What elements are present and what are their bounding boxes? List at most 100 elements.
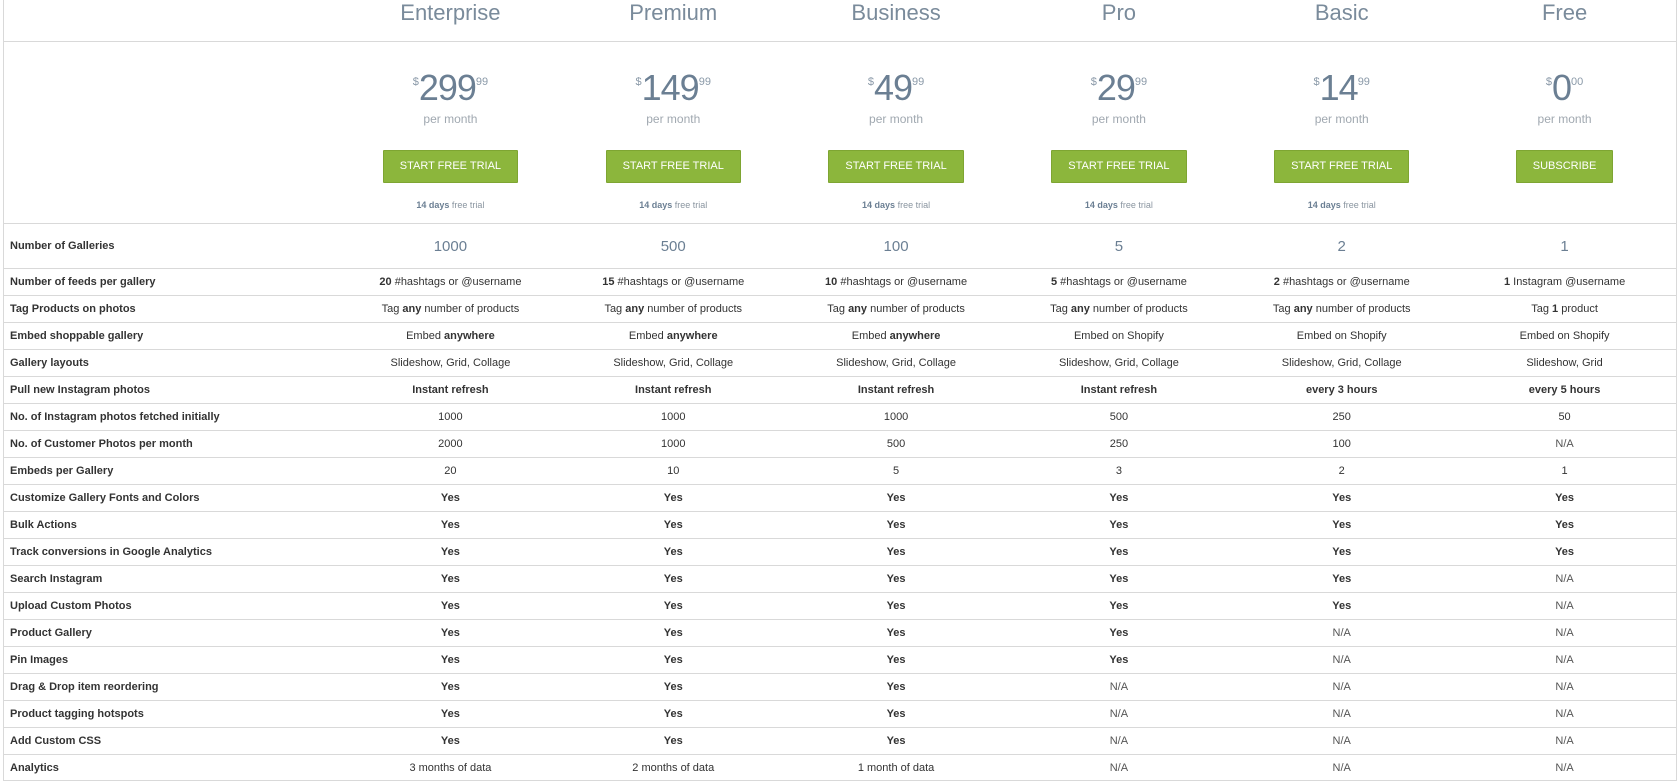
- feature-value-cell: Yes: [1007, 511, 1231, 539]
- feature-value-cell: N/A: [1007, 727, 1231, 755]
- feature-value-cell: Yes: [1453, 538, 1676, 566]
- start-free-trial-button-premium[interactable]: START FREE TRIAL: [605, 150, 741, 183]
- feature-value-cell: Yes: [784, 511, 1008, 539]
- value-text: #hashtags or @username: [391, 276, 522, 288]
- galleries-value: 500: [660, 237, 686, 255]
- feature-value-cell: 1000: [561, 430, 785, 458]
- feature-value-cell: N/A: [1230, 619, 1454, 647]
- feature-value-cell: N/A: [1230, 700, 1454, 728]
- billing-period: per month: [869, 112, 924, 126]
- plan-name-row: Enterprise Premium Business Pro Basic Free: [4, 0, 1676, 42]
- price-cents: 99: [1134, 76, 1148, 88]
- feature-value-cell: Yes: [1007, 538, 1231, 566]
- value-emphasis: any: [1070, 303, 1090, 315]
- value-text: number of products: [867, 303, 965, 315]
- feature-value-cell: N/A: [1453, 646, 1676, 674]
- feature-value-cell: Yes: [784, 565, 1008, 593]
- value-emphasis: Yes: [440, 600, 460, 612]
- value-prefix: Embed: [406, 330, 444, 342]
- feature-value-cell: Slideshow, Grid, Collage: [339, 349, 562, 377]
- feature-row: Number of feeds per gallery 20 #hashtags …: [4, 268, 1676, 296]
- value-text: N/A: [1555, 762, 1574, 774]
- start-free-trial-button-pro[interactable]: START FREE TRIAL: [1051, 150, 1187, 183]
- feature-value-cell: Yes: [561, 538, 785, 566]
- value-text: number of products: [1312, 303, 1411, 315]
- trial-note: 14 days free trial: [1007, 200, 1230, 210]
- galleries-cell-enterprise: 1000: [339, 223, 562, 269]
- value-text: number of products: [421, 303, 520, 315]
- value-text: 100: [1332, 438, 1351, 450]
- value-emphasis: Yes: [1109, 573, 1129, 585]
- feature-value-cell: N/A: [1453, 727, 1676, 755]
- value-emphasis: Instant refresh: [857, 384, 935, 396]
- subscribe-button-free[interactable]: SUBSCRIBE: [1515, 150, 1614, 183]
- value-emphasis: Yes: [1109, 600, 1129, 612]
- value-emphasis: anywhere: [889, 330, 941, 342]
- price-cents: 00: [1571, 76, 1584, 88]
- value-emphasis: Instant refresh: [412, 384, 489, 396]
- value-text: 1000: [438, 411, 463, 423]
- button-wrapper: START FREE TRIAL: [1007, 126, 1230, 183]
- feature-value-cell: Yes: [339, 700, 562, 728]
- galleries-value: 2: [1337, 237, 1346, 255]
- price: $1499: [1230, 70, 1453, 106]
- value-emphasis: Yes: [886, 546, 906, 558]
- price-amount: 299: [418, 67, 477, 108]
- feature-value-cell: N/A: [1453, 700, 1676, 728]
- feature-value-cell: Yes: [1230, 511, 1454, 539]
- feature-value-cell: Yes: [784, 646, 1008, 674]
- value-emphasis: 20: [379, 276, 392, 288]
- feature-label: Customize Gallery Fonts and Colors: [4, 484, 339, 512]
- value-emphasis: Yes: [440, 573, 460, 585]
- value-emphasis: Yes: [663, 546, 683, 558]
- feature-row: Pull new Instagram photos Instant refresh…: [4, 376, 1676, 404]
- value-text: 1000: [883, 411, 909, 423]
- value-text: N/A: [1109, 681, 1129, 693]
- value-text: N/A: [1109, 708, 1129, 720]
- value-text: N/A: [1555, 708, 1574, 720]
- value-text: 250: [1332, 411, 1351, 423]
- pricing-table-container: Enterprise Premium Business Pro Basic Free $2…: [3, 0, 1677, 781]
- feature-value-cell: Tag any number of products: [1230, 295, 1454, 323]
- row-label: Number of Galleries: [4, 223, 339, 269]
- feature-label: No. of Instagram photos fetched initiall…: [4, 403, 339, 431]
- feature-row: Pin Images Yes Yes Yes Yes N/A N/A: [4, 646, 1676, 674]
- feature-value-cell: Tag any number of products: [561, 295, 785, 323]
- feature-row: Tag Products on photos Tag any number of …: [4, 295, 1676, 323]
- value-emphasis: Yes: [1109, 546, 1129, 558]
- feature-value-cell: Yes: [784, 727, 1008, 755]
- feature-value-cell: 20: [339, 457, 562, 485]
- feature-value-cell: Yes: [1007, 484, 1231, 512]
- value-text: number of products: [644, 303, 743, 315]
- pricing-table: Enterprise Premium Business Pro Basic Free $2…: [4, 0, 1676, 781]
- value-emphasis: Yes: [1332, 519, 1352, 531]
- value-emphasis: Yes: [663, 654, 683, 666]
- feature-value-cell: Instant refresh: [1007, 376, 1231, 404]
- feature-label: Number of feeds per gallery: [4, 268, 339, 296]
- value-prefix: Tag: [1050, 303, 1071, 315]
- start-free-trial-button-business[interactable]: START FREE TRIAL: [828, 150, 964, 183]
- feature-value-cell: Embed on Shopify: [1453, 322, 1676, 350]
- billing-period: per month: [423, 112, 478, 126]
- plan-name: Enterprise: [400, 0, 501, 25]
- feature-value-cell: 1: [1453, 457, 1676, 485]
- value-emphasis: anywhere: [666, 330, 718, 342]
- price: $000: [1453, 70, 1676, 106]
- feature-value-cell: 15 #hashtags or @username: [561, 268, 785, 296]
- value-emphasis: Yes: [886, 600, 906, 612]
- value-text: Embed on Shopify: [1519, 330, 1610, 342]
- galleries-value: 5: [1114, 237, 1124, 255]
- trial-text: free trial: [1343, 200, 1376, 210]
- feature-value-cell: 100: [1230, 430, 1454, 458]
- start-free-trial-button-enterprise[interactable]: START FREE TRIAL: [382, 150, 519, 183]
- feature-row: No. of Customer Photos per month 2000 1000…: [4, 430, 1676, 458]
- value-emphasis: Yes: [440, 519, 460, 531]
- feature-value-cell: Yes: [1230, 592, 1454, 620]
- value-text: 500: [886, 438, 906, 450]
- button-wrapper: SUBSCRIBE: [1453, 126, 1676, 183]
- trial-text: free trial: [451, 200, 485, 210]
- value-emphasis: Yes: [886, 708, 906, 720]
- feature-value-cell: Embed anywhere: [784, 322, 1008, 350]
- feature-label: Pin Images: [4, 646, 339, 674]
- start-free-trial-button-basic[interactable]: START FREE TRIAL: [1274, 150, 1410, 183]
